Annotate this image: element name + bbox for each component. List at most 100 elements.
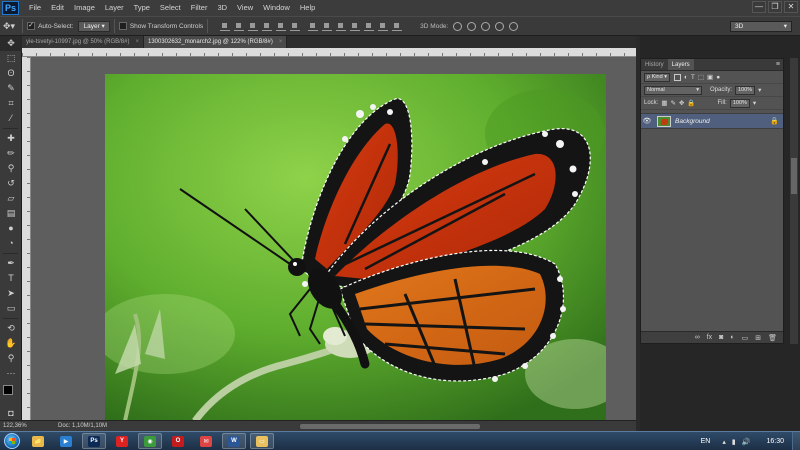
3d-roll-icon[interactable] bbox=[467, 21, 477, 31]
lock-all-icon[interactable]: 🔒 bbox=[687, 99, 695, 107]
document-image[interactable] bbox=[105, 74, 606, 420]
zoom-level-field[interactable]: 122,36% bbox=[0, 423, 27, 429]
volume-icon[interactable]: 🔊 bbox=[742, 438, 751, 446]
restore-button[interactable]: ❐ bbox=[768, 1, 782, 13]
panel-menu-icon[interactable]: ≡ bbox=[776, 59, 780, 71]
close-icon[interactable]: × bbox=[279, 39, 283, 45]
trash-icon[interactable]: 🗑 bbox=[768, 334, 777, 342]
menu-type[interactable]: Type bbox=[129, 0, 155, 16]
layer-row[interactable]: 👁 Background 🔒 bbox=[641, 113, 783, 129]
menu-help[interactable]: Help bbox=[295, 0, 320, 16]
healing-brush-tool-icon[interactable]: ✚ bbox=[0, 131, 22, 146]
align-top-icon[interactable] bbox=[220, 22, 231, 31]
canvas-area[interactable] bbox=[31, 57, 636, 420]
crop-tool-icon[interactable]: ⌗ bbox=[0, 96, 22, 111]
align-hcenter-icon[interactable] bbox=[276, 22, 287, 31]
eraser-tool-icon[interactable]: ▱ bbox=[0, 191, 22, 206]
taskbar-folder-button[interactable]: ▭ bbox=[250, 433, 274, 449]
3d-object-tool-icon[interactable]: ⟲ bbox=[0, 321, 22, 336]
network-icon[interactable]: ▮ bbox=[732, 438, 736, 446]
close-icon[interactable]: × bbox=[135, 39, 139, 45]
filter-smart-object-icon[interactable]: ▣ bbox=[707, 73, 713, 81]
add-mask-icon[interactable]: ◙ bbox=[719, 334, 723, 341]
brush-tool-icon[interactable]: ✏ bbox=[0, 146, 22, 161]
eyedropper-tool-icon[interactable]: ⁄ bbox=[0, 111, 22, 126]
filter-shape-icon[interactable]: ⬚ bbox=[698, 73, 704, 81]
start-button[interactable] bbox=[4, 433, 20, 449]
layer-name[interactable]: Background bbox=[675, 118, 770, 125]
lock-pixels-icon[interactable]: ✎ bbox=[671, 99, 676, 107]
taskbar-word-button[interactable]: W bbox=[222, 433, 246, 449]
lock-position-icon[interactable]: ✥ bbox=[679, 99, 684, 107]
workspace-dropdown[interactable]: 3D ▾ bbox=[730, 21, 792, 32]
show-desktop-button[interactable] bbox=[792, 432, 800, 450]
tray-expand-icon[interactable]: ▴ bbox=[722, 438, 726, 446]
path-selection-tool-icon[interactable]: ➤ bbox=[0, 286, 22, 301]
document-tab[interactable]: yie-tsvetyi-10997.jpg @ 50% (RGB/8#) × bbox=[22, 36, 144, 48]
document-info[interactable]: Doc: 1,10M/1,10M bbox=[58, 423, 107, 429]
menu-file[interactable]: File bbox=[24, 0, 46, 16]
lock-transparent-icon[interactable]: ▦ bbox=[661, 99, 667, 107]
dodge-tool-icon[interactable]: ◔ bbox=[0, 236, 22, 251]
distribute-hcenter-icon[interactable] bbox=[364, 22, 375, 31]
distribute-vcenter-icon[interactable] bbox=[322, 22, 333, 31]
adjustment-layer-icon[interactable]: ◐ bbox=[730, 334, 734, 341]
taskbar-app-red-button[interactable]: ✉ bbox=[194, 433, 218, 449]
menu-select[interactable]: Select bbox=[155, 0, 186, 16]
distribute-top-icon[interactable] bbox=[308, 22, 319, 31]
menu-window[interactable]: Window bbox=[258, 0, 295, 16]
blur-tool-icon[interactable]: ● bbox=[0, 221, 22, 236]
horizontal-scrollbar-thumb[interactable] bbox=[300, 424, 480, 429]
more-tools-icon[interactable]: ··· bbox=[0, 366, 22, 381]
document-tab-active[interactable]: 1300302632_monarch2.jpg @ 122% (RGB/8#) × bbox=[143, 36, 288, 48]
type-tool-icon[interactable]: T bbox=[0, 271, 22, 286]
menu-edit[interactable]: Edit bbox=[46, 0, 69, 16]
menu-layer[interactable]: Layer bbox=[100, 0, 129, 16]
auto-select-checkbox[interactable]: ✓ Auto-Select: bbox=[27, 22, 73, 30]
right-dock-scrollbar[interactable] bbox=[790, 58, 798, 344]
filter-type-icon[interactable]: T bbox=[691, 74, 695, 81]
marquee-tool-icon[interactable]: ⬚ bbox=[0, 51, 22, 66]
pen-tool-icon[interactable]: ✒ bbox=[0, 256, 22, 271]
gradient-tool-icon[interactable]: ▤ bbox=[0, 206, 22, 221]
tab-history[interactable]: History bbox=[641, 59, 668, 70]
close-button[interactable]: ✕ bbox=[784, 1, 798, 13]
foreground-color-swatch[interactable] bbox=[3, 385, 13, 395]
distribute-bottom-icon[interactable] bbox=[336, 22, 347, 31]
filter-pixel-icon[interactable] bbox=[673, 73, 681, 81]
language-indicator[interactable]: EN bbox=[701, 438, 711, 445]
filter-kind-dropdown[interactable]: ρ Kind ▾ bbox=[644, 72, 670, 82]
menu-3d[interactable]: 3D bbox=[212, 0, 232, 16]
blend-mode-dropdown[interactable]: Normal ▾ bbox=[644, 85, 702, 95]
auto-align-icon[interactable] bbox=[392, 22, 403, 31]
vertical-ruler[interactable] bbox=[22, 57, 31, 420]
align-right-icon[interactable] bbox=[290, 22, 301, 31]
menu-image[interactable]: Image bbox=[69, 0, 100, 16]
chevron-down-icon[interactable]: ▾ bbox=[758, 86, 761, 94]
layer-style-icon[interactable]: fx bbox=[707, 334, 712, 341]
align-bottom-icon[interactable] bbox=[248, 22, 259, 31]
lasso-tool-icon[interactable]: ʘ bbox=[0, 66, 22, 81]
clone-stamp-tool-icon[interactable]: ⚲ bbox=[0, 161, 22, 176]
filter-toggle-icon[interactable]: ● bbox=[716, 74, 720, 81]
new-layer-icon[interactable]: ⊞ bbox=[755, 334, 761, 342]
3d-rotate-icon[interactable] bbox=[453, 21, 463, 31]
link-layers-icon[interactable]: ∞ bbox=[695, 334, 700, 341]
taskbar-windows-explorer-button[interactable]: 📁 bbox=[26, 433, 50, 449]
visibility-eye-icon[interactable]: 👁 bbox=[641, 117, 653, 125]
hand-tool-icon[interactable]: ✋ bbox=[0, 336, 22, 351]
scrollbar-thumb[interactable] bbox=[791, 158, 797, 194]
taskbar-media-player-button[interactable]: ▶ bbox=[54, 433, 78, 449]
3d-pan-icon[interactable] bbox=[481, 21, 491, 31]
zoom-tool-icon[interactable]: ⚲ bbox=[0, 351, 22, 366]
3d-slide-icon[interactable] bbox=[495, 21, 505, 31]
show-transform-checkbox[interactable]: Show Transform Controls bbox=[118, 22, 203, 30]
quick-mask-icon[interactable]: ◘ bbox=[0, 406, 22, 421]
chevron-down-icon[interactable]: ▾ bbox=[753, 99, 756, 107]
taskbar-yandex-browser-button[interactable]: Y bbox=[110, 433, 134, 449]
clock[interactable]: 16:30 bbox=[766, 438, 784, 445]
shape-tool-icon[interactable]: ▭ bbox=[0, 301, 22, 316]
taskbar-opera-button[interactable]: O bbox=[166, 433, 190, 449]
quick-select-tool-icon[interactable]: ✎ bbox=[0, 81, 22, 96]
fill-field[interactable]: 100% bbox=[729, 98, 750, 108]
